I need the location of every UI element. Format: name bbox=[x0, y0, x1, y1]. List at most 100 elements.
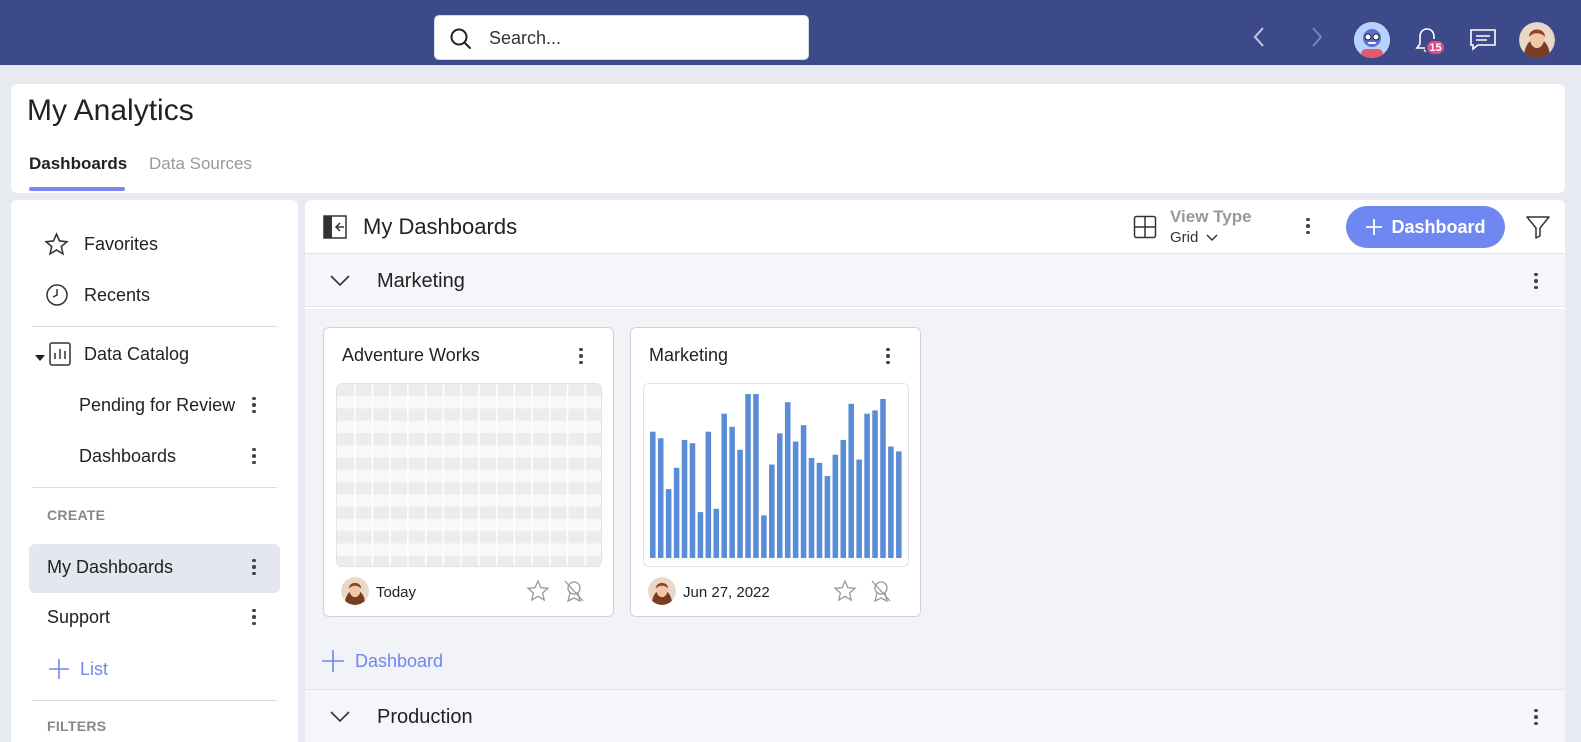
add-list-link[interactable]: List bbox=[80, 659, 108, 680]
pending-review-more-icon[interactable] bbox=[244, 394, 264, 416]
favorite-star-icon[interactable] bbox=[833, 579, 857, 608]
card-date: Jun 27, 2022 bbox=[683, 584, 770, 601]
back-arrow-icon[interactable] bbox=[1252, 26, 1266, 48]
chevron-down-icon[interactable] bbox=[330, 274, 350, 292]
sidebar-item-pending-review[interactable]: Pending for Review bbox=[79, 395, 235, 416]
my-dashboards-more-icon[interactable] bbox=[244, 556, 264, 578]
forward-arrow-icon[interactable] bbox=[1310, 26, 1324, 48]
section-more-icon[interactable] bbox=[1526, 270, 1546, 292]
certification-off-icon[interactable] bbox=[562, 579, 586, 608]
caret-down-icon[interactable] bbox=[35, 350, 45, 368]
owner-avatar bbox=[648, 577, 676, 605]
thumbnail-bar bbox=[721, 413, 727, 558]
collapse-sidebar-icon[interactable] bbox=[323, 215, 347, 244]
thumbnail-bar bbox=[713, 508, 720, 558]
sidebar-item-catalog-dashboards[interactable]: Dashboards bbox=[79, 446, 176, 467]
thumbnail-bar bbox=[824, 476, 831, 558]
card-title: Adventure Works bbox=[342, 345, 480, 365]
thumbnail-bar bbox=[761, 515, 767, 558]
plus-icon bbox=[322, 650, 344, 672]
add-dashboard-label: Dashboard bbox=[1391, 216, 1486, 237]
thumbnail-bar bbox=[792, 441, 799, 558]
sidebar-item-support[interactable]: Support bbox=[47, 607, 110, 628]
table-row bbox=[337, 555, 601, 566]
sidebar-item-recents[interactable]: Recents bbox=[84, 285, 150, 306]
section-title: Production bbox=[377, 706, 473, 728]
table-row bbox=[337, 420, 601, 434]
chevron-down-icon bbox=[1205, 234, 1218, 242]
table-row bbox=[337, 445, 601, 458]
section-header-marketing[interactable]: Marketing bbox=[305, 253, 1565, 307]
add-dashboard-link[interactable]: Dashboard bbox=[321, 649, 443, 673]
thumbnail-bar bbox=[848, 403, 854, 558]
section-header-production[interactable]: Production bbox=[305, 689, 1565, 742]
sidebar-divider bbox=[32, 700, 277, 701]
thumbnail-bar bbox=[697, 512, 704, 558]
search-box[interactable] bbox=[434, 15, 809, 60]
user-avatar[interactable] bbox=[1519, 22, 1555, 58]
thumbnail-bar bbox=[816, 462, 823, 558]
sidebar: Favorites Recents Data Catalog Pending f… bbox=[11, 200, 298, 742]
search-icon bbox=[450, 28, 471, 49]
sidebar-item-my-dashboards[interactable]: My Dashboards bbox=[47, 557, 173, 578]
card-more-icon[interactable] bbox=[878, 345, 898, 367]
messages-icon[interactable] bbox=[1469, 28, 1497, 52]
add-dashboard-button[interactable]: Dashboard bbox=[1346, 206, 1505, 248]
filter-icon[interactable] bbox=[1525, 214, 1551, 245]
thumbnail-bar bbox=[650, 431, 656, 558]
section-more-icon[interactable] bbox=[1526, 706, 1546, 728]
tab-data-sources[interactable]: Data Sources bbox=[149, 154, 252, 174]
table-row bbox=[337, 433, 601, 446]
thumbnail-bar bbox=[769, 464, 775, 558]
table-row bbox=[337, 494, 601, 507]
sidebar-divider bbox=[32, 487, 277, 488]
thumbnail-bar bbox=[864, 413, 870, 558]
thumbnail-bar bbox=[872, 410, 878, 558]
filters-section-label: FILTERS bbox=[47, 718, 107, 734]
star-icon bbox=[44, 232, 69, 262]
section-title: Marketing bbox=[377, 270, 465, 292]
notification-count-badge: 15 bbox=[1425, 39, 1446, 56]
view-type-value: Grid bbox=[1170, 229, 1199, 246]
favorite-star-icon[interactable] bbox=[526, 579, 550, 608]
grid-view-icon[interactable] bbox=[1133, 215, 1157, 244]
thumbnail-bar bbox=[665, 489, 672, 558]
table-row bbox=[337, 506, 601, 519]
card-more-icon[interactable] bbox=[571, 345, 591, 367]
thumbnail-bar bbox=[753, 394, 759, 558]
thumbnail-bar bbox=[896, 451, 902, 558]
thumbnail-bar bbox=[737, 449, 743, 558]
view-type-dropdown[interactable]: Grid bbox=[1170, 229, 1218, 246]
main-more-icon[interactable] bbox=[1298, 215, 1318, 237]
clock-icon bbox=[45, 283, 69, 312]
support-more-icon[interactable] bbox=[244, 606, 264, 628]
thumbnail-bar bbox=[784, 402, 791, 558]
thumbnail-bar bbox=[745, 394, 751, 558]
thumbnail-bar bbox=[888, 446, 894, 558]
table-thumbnail bbox=[336, 383, 602, 567]
dashboard-card[interactable]: Adventure Works Today bbox=[323, 327, 614, 617]
table-row bbox=[337, 408, 601, 421]
chevron-down-icon[interactable] bbox=[330, 710, 350, 728]
sidebar-item-favorites[interactable]: Favorites bbox=[84, 234, 158, 255]
view-type-label: View Type bbox=[1170, 207, 1252, 226]
plus-icon[interactable] bbox=[48, 658, 70, 685]
thumbnail-bar bbox=[689, 443, 696, 558]
card-title: Marketing bbox=[649, 345, 729, 365]
data-catalog-icon bbox=[48, 341, 72, 372]
thumbnail-bar bbox=[777, 433, 783, 558]
search-input[interactable] bbox=[489, 24, 789, 52]
bar-chart-thumbnail bbox=[643, 383, 909, 567]
sidebar-item-data-catalog[interactable]: Data Catalog bbox=[84, 344, 189, 365]
thumbnail-bar bbox=[681, 439, 688, 558]
table-row bbox=[337, 384, 601, 397]
main-panel: My Dashboards View Type Grid Dashboard M… bbox=[305, 200, 1565, 742]
thumbnail-bar bbox=[705, 431, 712, 558]
certification-off-icon[interactable] bbox=[869, 579, 893, 608]
assistant-avatar[interactable] bbox=[1354, 22, 1390, 58]
dashboard-card[interactable]: Marketing Jun 27, 2022 bbox=[630, 327, 921, 617]
thumbnail-bar bbox=[729, 426, 735, 558]
catalog-dashboards-more-icon[interactable] bbox=[244, 445, 264, 467]
thumbnail-bar bbox=[657, 438, 664, 558]
tab-dashboards[interactable]: Dashboards bbox=[29, 154, 127, 174]
